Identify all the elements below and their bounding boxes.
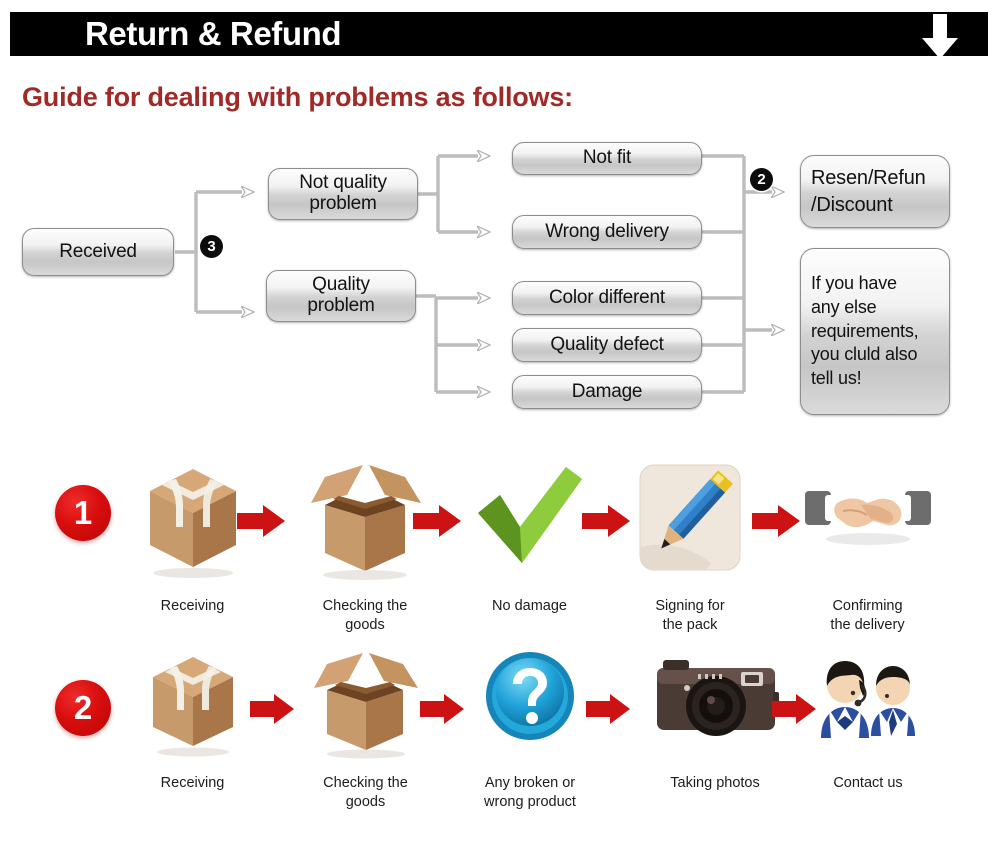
process-step-checking-1-label: Checking the goods [322,598,408,633]
process-arrow-1-3 [582,503,632,539]
process-row-1: 1 Receiving Checking the goods No damage… [0,455,1000,635]
flow-node-color-different-label: Color different [549,286,665,308]
process-arrow-1-2 [413,503,463,539]
refund-flowchart: Received 3 Not quality problem Quality p… [0,130,1000,430]
flow-node-received-label: Received [59,240,137,262]
flow-node-not-quality-problem[interactable]: Not quality problem [268,168,418,220]
flow-node-resend-refund-discount[interactable]: Resen/Refun /Discount [800,155,950,228]
flow-badge-two-label: 2 [757,171,766,188]
process-step-confirming: Confirming the delivery [800,455,935,635]
process-step-taking-photos: Taking photos [640,644,790,824]
process-step-checking-2: Checking the goods [303,644,428,824]
process-arrow-1-1 [237,503,287,539]
process-step-receiving-1-label: Receiving [160,598,225,614]
flow-node-not-quality-problem-label: Not quality problem [299,172,387,214]
guide-heading: Guide for dealing with problems as follo… [22,82,573,112]
flow-node-any-else-requirements[interactable]: If you have any else requirements, you c… [800,248,950,415]
process-step-receiving-1: Receiving [130,455,255,635]
process-row-1-number-label: 1 [73,494,93,531]
camera-icon [643,644,788,754]
handshake-icon [803,455,933,580]
pencil-sign-icon [635,455,745,580]
flow-node-quality-problem[interactable]: Quality problem [266,270,416,322]
process-step-any-broken-label: Any broken or wrong product [484,775,576,810]
process-step-signing: Signing for the pack [630,455,750,635]
process-row-2-number-badge: 2 [55,680,111,736]
process-step-contact-us-label: Contact us [833,775,903,791]
process-row-2: 2 Receiving Checking the goods Any broke… [0,650,1000,830]
process-arrow-2-1 [250,692,296,726]
process-step-confirming-label: Confirming the delivery [830,598,905,633]
process-step-any-broken: Any broken or wrong product [470,644,590,824]
flow-node-wrong-delivery[interactable]: Wrong delivery [512,215,702,249]
process-arrow-2-2 [420,692,466,726]
process-step-checking-2-label: Checking the goods [323,775,408,810]
flow-node-damage[interactable]: Damage [512,375,702,409]
process-step-no-damage-label: No damage [492,598,567,614]
flow-node-quality-defect-label: Quality defect [550,333,664,355]
process-row-1-number-badge: 1 [55,485,111,541]
flow-node-color-different[interactable]: Color different [512,281,702,315]
support-agents-icon [811,644,926,754]
process-arrow-2-3 [586,692,632,726]
process-step-receiving-2: Receiving [130,644,255,824]
page-title: Return & Refund [85,15,342,52]
down-arrow-icon [920,14,960,60]
flow-badge-two: 2 [750,168,773,191]
process-step-checking-1: Checking the goods [300,455,430,635]
flow-node-not-fit-label: Not fit [582,147,632,169]
flow-badge-three: 3 [200,235,223,258]
sealed-box-icon [143,644,243,759]
flow-node-resend-refund-discount-label: Resen/Refun /Discount [811,167,926,216]
flow-node-quality-problem-label: Quality problem [307,274,375,316]
flow-badge-three-label: 3 [207,238,216,255]
question-mark-icon [480,644,580,754]
flow-node-wrong-delivery-label: Wrong delivery [545,220,669,242]
process-row-2-number-label: 2 [73,689,93,726]
flow-node-quality-defect[interactable]: Quality defect [512,328,702,362]
sealed-box-icon [138,455,248,580]
flow-node-any-else-requirements-label: If you have any else requirements, you c… [811,273,919,389]
process-step-taking-photos-label: Taking photos [670,775,760,791]
green-check-icon [470,455,590,580]
process-step-signing-label: Signing for the pack [655,598,725,633]
process-step-no-damage: No damage [467,455,592,635]
process-arrow-1-4 [752,503,802,539]
process-step-contact-us: Contact us [808,644,928,824]
open-box-icon [307,644,425,759]
open-box-icon [303,455,428,580]
flow-node-damage-label: Damage [571,380,643,402]
flow-node-not-fit[interactable]: Not fit [512,142,702,175]
process-step-receiving-2-label: Receiving [160,775,225,791]
flow-node-received[interactable]: Received [22,228,174,276]
